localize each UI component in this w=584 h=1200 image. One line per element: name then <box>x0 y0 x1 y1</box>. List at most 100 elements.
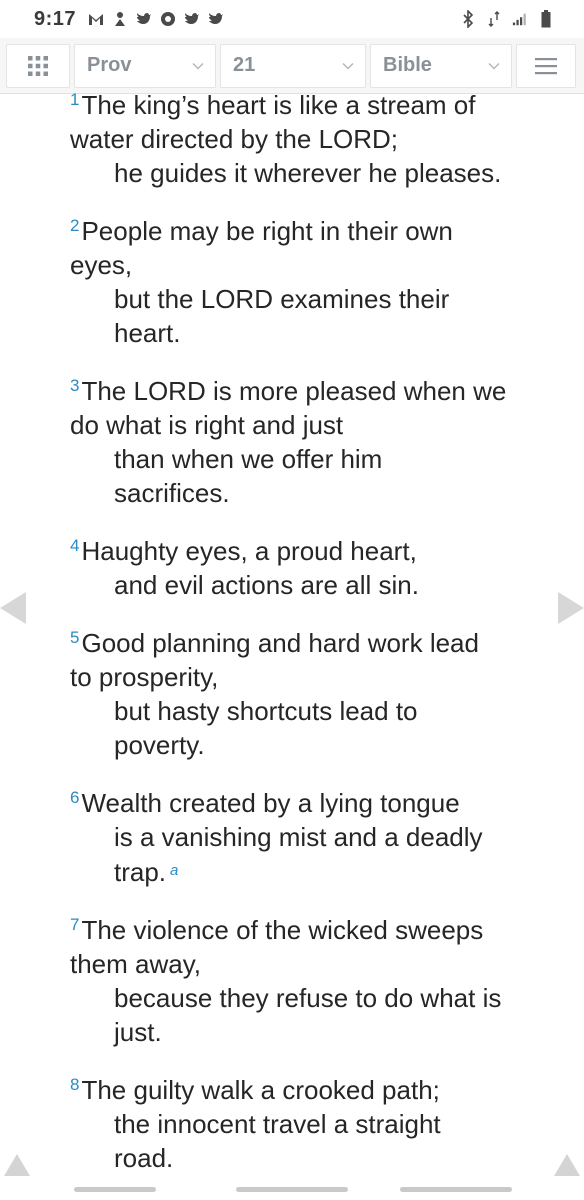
menu-button[interactable] <box>516 43 576 88</box>
verse-line-indented: poverty. <box>70 728 560 762</box>
footnote-link[interactable]: a <box>170 862 178 879</box>
verse[interactable]: 1The king’s heart is like a stream of wat… <box>70 88 560 190</box>
verse-text: but hasty shortcuts lead to <box>114 696 418 726</box>
scroll-up-right-icon[interactable] <box>554 1154 580 1176</box>
verse[interactable]: 3The LORD is more pleased when we do what… <box>70 374 560 510</box>
verse-line-indented: but the LORD examines their <box>70 282 560 316</box>
verse-text: trap. <box>114 857 167 887</box>
gmail-icon <box>88 11 104 27</box>
verse-number: 4 <box>70 536 80 555</box>
verse-text: Good planning and hard work lead <box>81 628 479 658</box>
chevron-down-icon <box>488 62 500 70</box>
verse-text: water directed by the LORD; <box>70 124 399 154</box>
previous-chapter-arrow-icon[interactable] <box>0 592 26 624</box>
verse-text: them away, <box>70 949 202 979</box>
verse-number: 8 <box>70 1075 80 1094</box>
verse-line-indented: just. <box>70 1015 560 1049</box>
verse-number: 7 <box>70 915 80 934</box>
bottom-nav-indicator <box>400 1187 512 1192</box>
twitter-icon <box>208 11 224 27</box>
status-time: 9:17 <box>34 7 77 30</box>
bible-reader-screen: 9:17 Prov 21 Bible 1The king’s heart is … <box>0 0 584 1200</box>
verse-text: The king’s heart is like a stream of <box>81 90 476 120</box>
verse-line-indented: road. <box>70 1141 560 1175</box>
verse-line: them away, <box>70 947 560 981</box>
hamburger-menu-icon <box>535 57 557 74</box>
verse[interactable]: 6Wealth created by a lying tongue is a va… <box>70 786 560 889</box>
bottom-nav-indicator <box>74 1187 156 1192</box>
verse-text: People may be right in their own <box>81 216 453 246</box>
verse-line: to prosperity, <box>70 660 560 694</box>
verse-line: 6Wealth created by a lying tongue <box>70 786 560 820</box>
verse-text: eyes, <box>70 250 133 280</box>
verse-text: than when we offer him <box>114 444 383 474</box>
verse-text: The violence of the wicked sweeps <box>81 915 484 945</box>
verse-text: and evil actions are all sin. <box>114 570 419 600</box>
verse-text: heart. <box>114 318 181 348</box>
verse-text: just. <box>114 1017 162 1047</box>
chapter-select[interactable]: 21 <box>220 43 366 88</box>
verse-line-indented: sacrifices. <box>70 476 560 510</box>
battery-icon <box>538 10 554 28</box>
verse-line: 3The LORD is more pleased when we <box>70 374 560 408</box>
drive-icon <box>112 11 128 27</box>
scroll-up-left-icon[interactable] <box>4 1154 30 1176</box>
verse-text: sacrifices. <box>114 478 230 508</box>
verse[interactable]: 7The violence of the wicked sweeps them a… <box>70 913 560 1049</box>
verse-text: The LORD is more pleased when we <box>81 376 507 406</box>
verse-line: 1The king’s heart is like a stream of <box>70 88 560 122</box>
verse-text: road. <box>114 1143 174 1173</box>
data-icon <box>486 11 502 27</box>
verse-line: 8The guilty walk a crooked path; <box>70 1073 560 1107</box>
book-select[interactable]: Prov <box>74 43 216 88</box>
verse-number: 5 <box>70 628 80 647</box>
verse-line: water directed by the LORD; <box>70 122 560 156</box>
verse-text: but the LORD examines their <box>114 284 450 314</box>
bluetooth-icon <box>460 10 476 28</box>
verse-text: he guides it wherever he pleases. <box>114 158 502 188</box>
grid-icon <box>28 55 48 76</box>
verse-line-indented: and evil actions are all sin. <box>70 568 560 602</box>
bottom-nav-indicator <box>236 1187 348 1192</box>
chevron-down-icon <box>192 62 204 70</box>
verse-number: 6 <box>70 788 80 807</box>
status-right <box>460 10 554 28</box>
verse-number: 1 <box>70 90 80 109</box>
verse-number: 2 <box>70 216 80 235</box>
verse-number: 3 <box>70 376 80 395</box>
verse-text: because they refuse to do what is <box>114 983 502 1013</box>
verse[interactable]: 2People may be right in their own eyes, bu… <box>70 214 560 350</box>
verse[interactable]: 5Good planning and hard work lead to pros… <box>70 626 560 762</box>
verse-line-indented: is a vanishing mist and a deadly <box>70 820 560 854</box>
verse-line: 2People may be right in their own <box>70 214 560 248</box>
status-left: 9:17 <box>34 8 224 31</box>
verse-line-indented: he guides it wherever he pleases. <box>70 156 560 190</box>
version-select-value: Bible <box>383 54 432 76</box>
verse[interactable]: 4Haughty eyes, a proud heart, and evil ac… <box>70 534 560 602</box>
next-chapter-arrow-icon[interactable] <box>558 592 584 624</box>
verse-text: poverty. <box>114 730 205 760</box>
verse-text: Wealth created by a lying tongue <box>81 788 460 818</box>
verse-text: Haughty eyes, a proud heart, <box>81 536 417 566</box>
verse-text: do what is right and just <box>70 410 344 440</box>
status-bar: 9:17 <box>0 0 584 38</box>
scripture-text: 1The king’s heart is like a stream of wat… <box>70 88 560 1199</box>
apps-grid-button[interactable] <box>6 43 70 88</box>
book-select-value: Prov <box>87 54 132 76</box>
verse-line: 4Haughty eyes, a proud heart, <box>70 534 560 568</box>
verse-line: 7The violence of the wicked sweeps <box>70 913 560 947</box>
verse-line-indented: trap. a <box>70 854 560 889</box>
verse-line-indented: because they refuse to do what is <box>70 981 560 1015</box>
verse-line-indented: heart. <box>70 316 560 350</box>
verse-text: to prosperity, <box>70 662 219 692</box>
version-select[interactable]: Bible <box>370 43 512 88</box>
verse-text: is a vanishing mist and a deadly <box>114 822 483 852</box>
verse-text: the innocent travel a straight <box>114 1109 441 1139</box>
chrome-icon <box>160 11 176 27</box>
verse-line-indented: than when we offer him <box>70 442 560 476</box>
chapter-select-value: 21 <box>233 54 256 76</box>
signal-icon <box>512 11 528 27</box>
verse[interactable]: 8The guilty walk a crooked path; the inno… <box>70 1073 560 1175</box>
verse-line-indented: the innocent travel a straight <box>70 1107 560 1141</box>
verse-line-indented: but hasty shortcuts lead to <box>70 694 560 728</box>
